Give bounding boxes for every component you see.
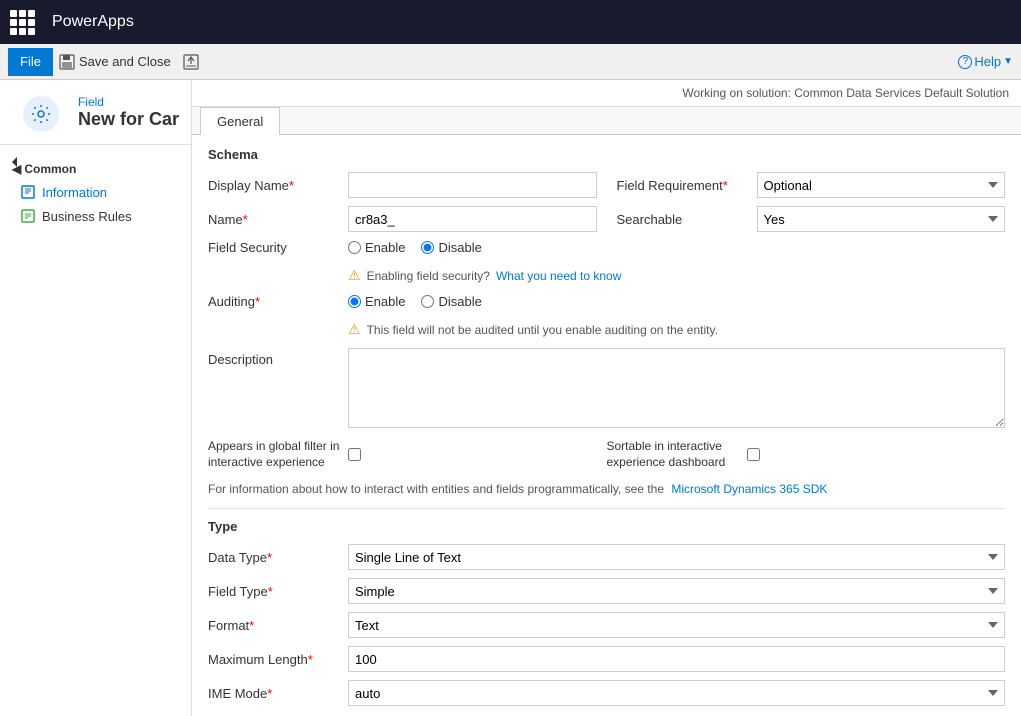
form-area: Schema Display Name* Field Requirement* <box>192 135 1021 716</box>
save-icon <box>59 54 75 70</box>
waffle-grid-icon <box>10 10 35 35</box>
information-icon <box>20 184 36 200</box>
waffle-menu-button[interactable] <box>0 0 44 44</box>
main-container: Field New for Car ◀ Common Informatio <box>0 80 1021 716</box>
data-type-select[interactable]: Single Line of Text Multiple Lines of Te… <box>348 544 1005 570</box>
description-row: Description <box>208 348 1005 431</box>
help-circle-icon: ? <box>958 55 972 69</box>
tab-general[interactable]: General <box>200 107 280 135</box>
global-filter-row: Appears in global filter in interactive … <box>208 439 1005 470</box>
sidebar-entity-header: Field New for Car <box>0 80 191 145</box>
field-requirement-label: Field Requirement* <box>617 178 757 193</box>
auditing-row: Auditing* Enable Disable <box>208 294 1005 309</box>
searchable-label: Searchable <box>617 212 757 227</box>
tab-bar: General <box>192 107 1021 135</box>
info-link-row: For information about how to interact wi… <box>208 478 1005 504</box>
sortable-checkbox[interactable] <box>747 448 760 461</box>
field-requirement-select[interactable]: Optional Business Recommended Business R… <box>757 172 1006 198</box>
searchable-select[interactable]: Yes No <box>757 206 1006 232</box>
sidebar: Field New for Car ◀ Common Informatio <box>0 80 192 716</box>
schema-section-title: Schema <box>208 147 1005 162</box>
name-row: Name* Searchable Yes No <box>208 206 1005 232</box>
file-button[interactable]: File <box>8 48 53 76</box>
save-button[interactable]: Save and Close <box>53 52 177 72</box>
sidebar-field-label: Field <box>78 95 179 109</box>
sidebar-entity-title: New for Car <box>78 109 179 130</box>
sidebar-item-business-rules[interactable]: Business Rules <box>0 204 191 228</box>
publish-icon <box>183 54 199 70</box>
display-name-row: Display Name* Field Requirement* Optiona… <box>208 172 1005 198</box>
field-security-disable[interactable]: Disable <box>421 240 481 255</box>
appears-in-global-filter-checkbox[interactable] <box>348 448 361 461</box>
field-type-label: Field Type* <box>208 584 348 599</box>
maximum-length-label: Maximum Length* <box>208 652 348 667</box>
top-nav-bar: PowerApps <box>0 0 1021 44</box>
data-type-row: Data Type* Single Line of Text Multiple … <box>208 544 1005 570</box>
section-divider <box>208 508 1005 509</box>
auditing-enable[interactable]: Enable <box>348 294 405 309</box>
business-rules-icon <box>20 208 36 224</box>
appears-in-global-filter-label: Appears in global filter in interactive … <box>208 439 348 470</box>
ime-mode-row: IME Mode* auto active inactive disabled <box>208 680 1005 706</box>
help-button[interactable]: ? Help ▼ <box>958 54 1013 69</box>
content-area: Working on solution: Common Data Service… <box>192 80 1021 716</box>
ime-mode-select[interactable]: auto active inactive disabled <box>348 680 1005 706</box>
maximum-length-row: Maximum Length* <box>208 646 1005 672</box>
field-security-warning: ⚠ Enabling field security? What you need… <box>208 263 1005 288</box>
field-security-label: Field Security <box>208 240 348 255</box>
ime-mode-label: IME Mode* <box>208 686 348 701</box>
dynamics-sdk-link[interactable]: Microsoft Dynamics 365 SDK <box>671 482 827 496</box>
help-chevron-icon: ▼ <box>1003 56 1013 67</box>
display-name-label: Display Name* <box>208 178 348 193</box>
sidebar-section-title: ◀ Common <box>0 153 191 180</box>
format-row: Format* Text Email URL Ticker Symbol Pho… <box>208 612 1005 638</box>
type-section-title: Type <box>208 519 1005 534</box>
auditing-warning-icon: ⚠ <box>348 321 361 338</box>
sidebar-item-information[interactable]: Information <box>0 180 191 204</box>
working-on-solution: Working on solution: Common Data Service… <box>192 80 1021 107</box>
auditing-label: Auditing* <box>208 294 348 309</box>
publish-button[interactable] <box>177 52 205 72</box>
app-title: PowerApps <box>44 13 1021 31</box>
help-label: Help <box>974 54 1001 69</box>
data-type-label: Data Type* <box>208 550 348 565</box>
display-name-input[interactable] <box>348 172 597 198</box>
auditing-disable[interactable]: Disable <box>421 294 481 309</box>
name-input[interactable] <box>348 206 597 232</box>
field-type-select[interactable]: Simple Calculated Rollup <box>348 578 1005 604</box>
settings-icon <box>23 96 59 132</box>
auditing-radio-group: Enable Disable <box>348 294 1005 309</box>
field-security-radio-group: Enable Disable <box>348 240 1005 255</box>
format-label: Format* <box>208 618 348 633</box>
sortable-label: Sortable in interactive experience dashb… <box>607 439 747 470</box>
name-label: Name* <box>208 212 348 227</box>
field-security-enable[interactable]: Enable <box>348 240 405 255</box>
maximum-length-input[interactable] <box>348 646 1005 672</box>
description-textarea[interactable] <box>348 348 1005 428</box>
description-label: Description <box>208 348 348 367</box>
field-security-row: Field Security Enable Disable <box>208 240 1005 255</box>
auditing-warning: ⚠ This field will not be audited until y… <box>208 317 1005 342</box>
sidebar-item-information-label: Information <box>42 185 107 200</box>
sidebar-section-common: ◀ Common Information <box>0 145 191 236</box>
format-select[interactable]: Text Email URL Ticker Symbol Phone <box>348 612 1005 638</box>
collapse-arrow-icon[interactable]: ◀ <box>12 157 17 167</box>
toolbar: File Save and Close ? Help ▼ <box>0 44 1021 80</box>
warning-triangle-icon: ⚠ <box>348 267 361 284</box>
field-type-row: Field Type* Simple Calculated Rollup <box>208 578 1005 604</box>
field-security-link[interactable]: What you need to know <box>496 269 621 283</box>
save-label: Save and Close <box>79 54 171 69</box>
sidebar-item-business-rules-label: Business Rules <box>42 209 132 224</box>
